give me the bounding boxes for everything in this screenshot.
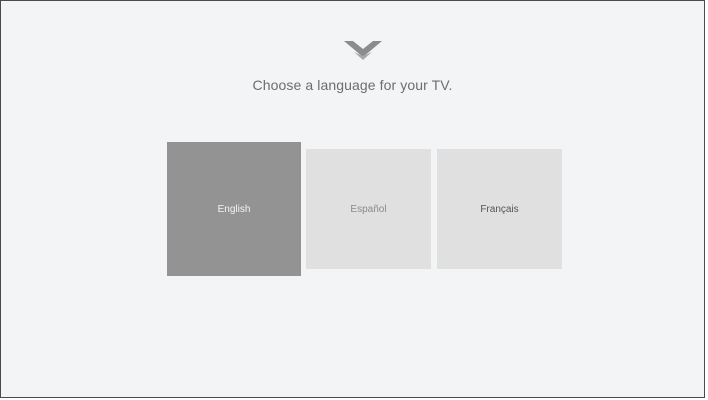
language-option-francais[interactable]: Français bbox=[437, 149, 562, 269]
page-title: Choose a language for your TV. bbox=[252, 77, 453, 93]
language-option-label: Español bbox=[350, 203, 387, 215]
language-selection-screen: Choose a language for your TV. English E… bbox=[0, 0, 705, 398]
language-option-label: English bbox=[217, 203, 251, 215]
vizio-v-icon bbox=[344, 41, 382, 60]
language-option-espanol[interactable]: Español bbox=[306, 149, 431, 269]
language-option-label: Français bbox=[480, 203, 519, 215]
language-option-english[interactable]: English bbox=[167, 142, 301, 276]
